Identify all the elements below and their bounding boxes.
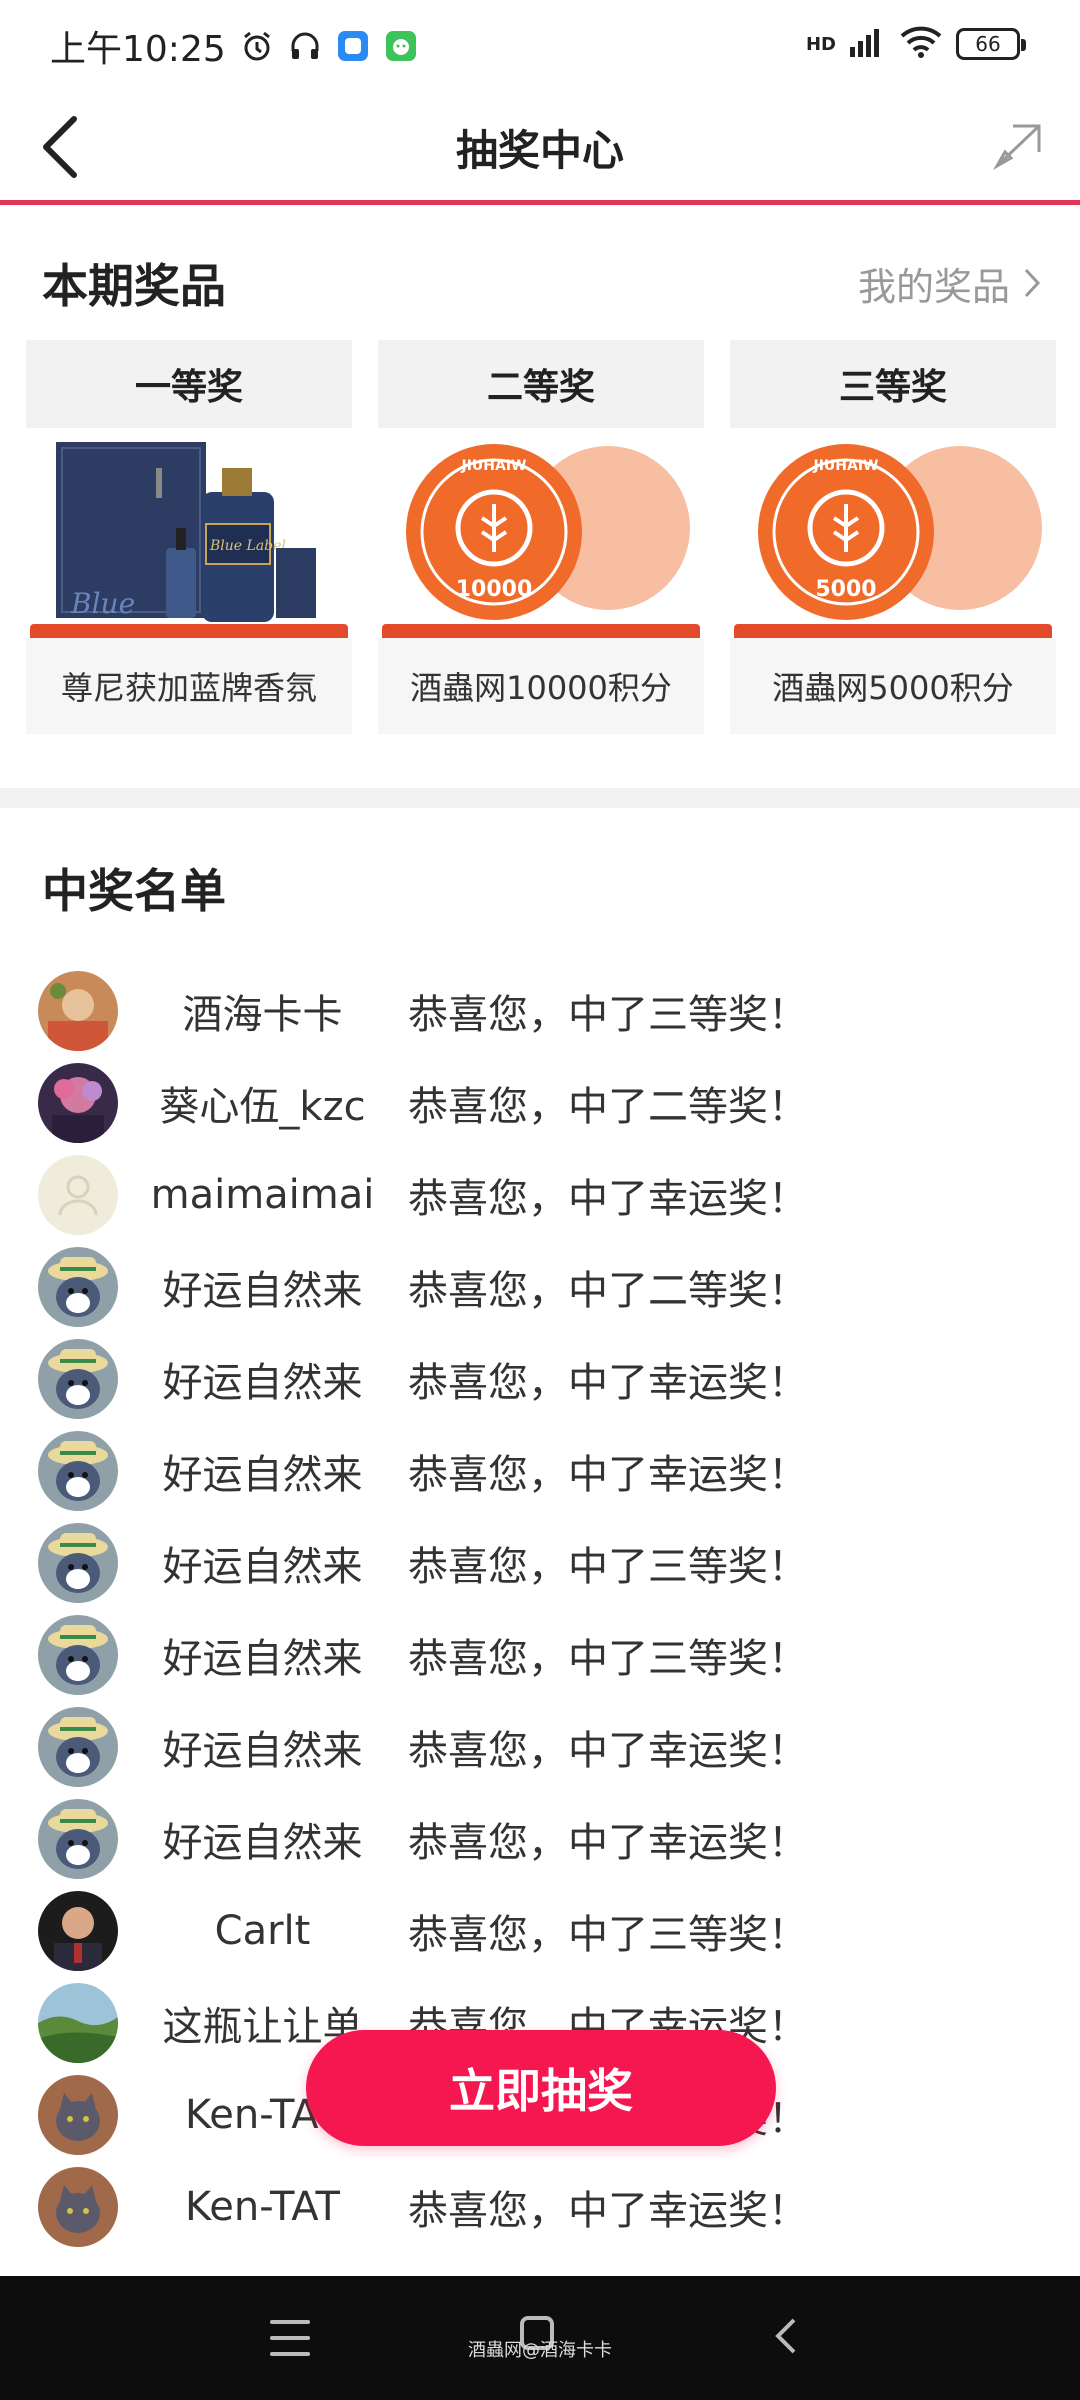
- system-nav-bar: 酒蟲网@酒海卡卡: [0, 2276, 1080, 2400]
- prize-card-first[interactable]: 一等奖 Blue Blue Label 尊尼获加蓝牌香氛: [26, 340, 352, 734]
- section-divider: [0, 788, 1080, 808]
- winner-row: 好运自然来 恭喜您，中了幸运奖！: [0, 1333, 1080, 1425]
- prize-ribbon: [382, 624, 700, 638]
- svg-text:JIUHAIW: JIUHAIW: [813, 458, 879, 474]
- share-button[interactable]: [986, 114, 1050, 178]
- photo-avatar-3: [38, 1891, 118, 1971]
- cat-avatar: [38, 2167, 118, 2247]
- watermark: 酒蟲网@酒海卡卡: [468, 2340, 612, 2361]
- winner-message: 恭喜您，中了三等奖！: [408, 1912, 808, 1958]
- cartoon-avatar: [38, 1523, 118, 1603]
- prize-name: 酒蟲网10000积分: [378, 638, 704, 734]
- winner-name: Ken-TAT: [185, 2184, 340, 2230]
- chevron-left-icon: [43, 116, 77, 178]
- cartoon-avatar: [38, 1615, 118, 1695]
- winner-message: 恭喜您，中了幸运奖！: [408, 1176, 808, 1222]
- winners-title: 中奖名单: [42, 864, 226, 918]
- prize-list: 一等奖 Blue Blue Label 尊尼获加蓝牌香氛 二等奖 10000 J…: [26, 340, 1056, 734]
- prize-ribbon: [734, 624, 1052, 638]
- winner-message: 恭喜您，中了三等奖！: [408, 1636, 808, 1682]
- headphones-icon: [288, 29, 322, 63]
- share-icon: [993, 124, 1041, 170]
- cat-avatar: [38, 2075, 118, 2155]
- draw-now-button[interactable]: 立即抽奖: [306, 2030, 776, 2146]
- winner-name: 葵心伍_kzc: [159, 1084, 366, 1130]
- my-prizes-link[interactable]: 我的奖品: [858, 256, 1042, 311]
- battery-indicator: 66: [956, 28, 1026, 60]
- prize-name: 尊尼获加蓝牌香氛: [26, 638, 352, 734]
- prize-level: 一等奖: [26, 340, 352, 428]
- prize-card-third[interactable]: 三等奖 5000 JIUHAIW 酒蟲网5000积分: [730, 340, 1056, 734]
- status-time: 上午10:25: [50, 29, 226, 70]
- wifi-icon: [900, 26, 942, 62]
- nav-bar: 抽奖中心: [0, 92, 1080, 202]
- winner-name: 好运自然来: [162, 1636, 363, 1682]
- winner-row: 好运自然来 恭喜您，中了二等奖！: [0, 1241, 1080, 1333]
- cartoon-avatar: [38, 1339, 118, 1419]
- nav-divider: [0, 200, 1080, 205]
- winner-row: 酒海卡卡 恭喜您，中了三等奖！: [0, 965, 1080, 1057]
- cartoon-avatar: [38, 1431, 118, 1511]
- winner-name: 好运自然来: [162, 1452, 363, 1498]
- app-notification-green-icon: [384, 29, 418, 63]
- svg-text:10000: 10000: [456, 577, 533, 602]
- winner-row: 好运自然来 恭喜您，中了幸运奖！: [0, 1425, 1080, 1517]
- winner-name: 好运自然来: [162, 1820, 363, 1866]
- svg-text:Blue: Blue: [70, 587, 135, 620]
- landscape-avatar: [38, 1983, 118, 2063]
- winner-name: 好运自然来: [162, 1544, 363, 1590]
- winner-message: 恭喜您，中了幸运奖！: [408, 2188, 808, 2234]
- prize-level: 三等奖: [730, 340, 1056, 428]
- default-avatar: [38, 1155, 118, 1235]
- prize-name: 酒蟲网5000积分: [730, 638, 1056, 734]
- winner-row: 葵心伍_kzc 恭喜您，中了二等奖！: [0, 1057, 1080, 1149]
- winner-name: maimaimai: [150, 1172, 375, 1218]
- winner-row: Ken-TAT 恭喜您，中了幸运奖！: [0, 2161, 1080, 2253]
- prize-level: 二等奖: [378, 340, 704, 428]
- prizes-title: 本期奖品: [42, 259, 226, 313]
- winner-message: 恭喜您，中了幸运奖！: [408, 1452, 808, 1498]
- winner-message: 恭喜您，中了三等奖！: [408, 1544, 808, 1590]
- winner-name: 酒海卡卡: [182, 992, 343, 1038]
- svg-text:JIUHAIW: JIUHAIW: [461, 458, 527, 474]
- winner-message: 恭喜您，中了幸运奖！: [408, 1360, 808, 1406]
- signal-icon: [850, 27, 886, 61]
- winner-name: 好运自然来: [162, 1728, 363, 1774]
- app-notification-blue-icon: [336, 29, 370, 63]
- alarm-icon: [240, 29, 274, 63]
- svg-text:Blue Label: Blue Label: [209, 538, 286, 554]
- winner-row: 好运自然来 恭喜您，中了幸运奖！: [0, 1701, 1080, 1793]
- prize-card-second[interactable]: 二等奖 10000 JIUHAIW 酒蟲网10000积分: [378, 340, 704, 734]
- winner-message: 恭喜您，中了幸运奖！: [408, 1820, 808, 1866]
- chevron-right-icon: [1024, 268, 1041, 298]
- photo-avatar-2: [38, 1063, 118, 1143]
- status-bar: 上午10:25 HD 66: [0, 0, 1080, 92]
- winner-row: 好运自然来 恭喜您，中了三等奖！: [0, 1517, 1080, 1609]
- points-badge-10000-image: 10000 JIUHAIW: [378, 428, 704, 638]
- winner-row: 好运自然来 恭喜您，中了幸运奖！: [0, 1793, 1080, 1885]
- points-badge-5000-image: 5000 JIUHAIW: [730, 428, 1056, 638]
- winner-name: 好运自然来: [162, 1360, 363, 1406]
- prize-ribbon: [30, 624, 348, 638]
- winner-message: 恭喜您，中了幸运奖！: [408, 1728, 808, 1774]
- winner-message: 恭喜您，中了三等奖！: [408, 992, 808, 1038]
- prizes-header: 本期奖品 我的奖品: [42, 250, 1042, 316]
- cartoon-avatar: [38, 1247, 118, 1327]
- back-button[interactable]: [30, 112, 90, 182]
- winner-name: 好运自然来: [162, 1268, 363, 1314]
- network-type: HD: [805, 33, 836, 55]
- svg-text:5000: 5000: [815, 577, 876, 602]
- winner-message: 恭喜您，中了二等奖！: [408, 1268, 808, 1314]
- winner-row: Carlt 恭喜您，中了三等奖！: [0, 1885, 1080, 1977]
- whisky-giftbox-image: Blue Blue Label: [26, 428, 352, 638]
- photo-avatar-1: [38, 971, 118, 1051]
- cartoon-avatar: [38, 1799, 118, 1879]
- page-title: 抽奖中心: [455, 125, 624, 175]
- my-prizes-label: 我的奖品: [857, 264, 1010, 309]
- winner-message: 恭喜您，中了二等奖！: [408, 1084, 808, 1130]
- cartoon-avatar: [38, 1707, 118, 1787]
- winner-row: maimaimai 恭喜您，中了幸运奖！: [0, 1149, 1080, 1241]
- winner-name: Carlt: [214, 1908, 311, 1954]
- winner-row: 好运自然来 恭喜您，中了三等奖！: [0, 1609, 1080, 1701]
